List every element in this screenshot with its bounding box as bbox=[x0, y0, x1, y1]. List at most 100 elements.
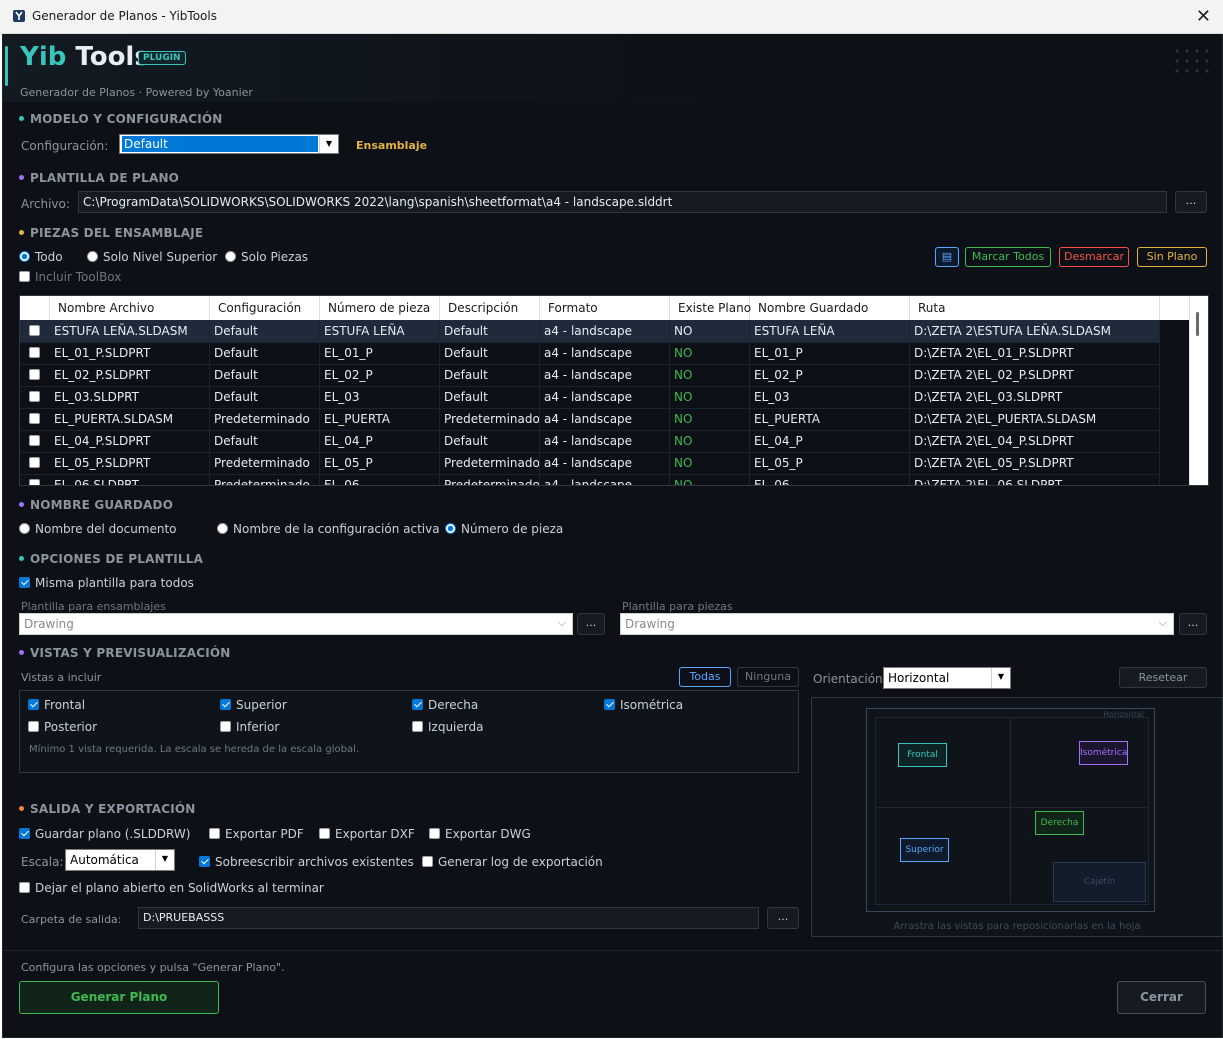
section-piezas: PIEZAS DEL ENSAMBLAJE bbox=[19, 226, 203, 240]
col-header[interactable]: Nombre Guardado bbox=[750, 296, 910, 320]
preview-view-frontal[interactable]: Frontal bbox=[898, 743, 947, 767]
table-row[interactable]: ESTUFA LEÑA.SLDASM Default ESTUFA LEÑA Defa… bbox=[20, 320, 1160, 343]
row-checkbox[interactable] bbox=[29, 479, 40, 485]
orientation-value: Horizontal bbox=[888, 671, 950, 685]
output-browse-button[interactable]: ... bbox=[767, 907, 799, 929]
table-cell: EL_02_P bbox=[750, 364, 910, 386]
section-vistas: VISTAS Y PREVISUALIZACIÓN bbox=[19, 646, 231, 660]
chevron-down-icon[interactable]: ▼ bbox=[991, 668, 1010, 688]
table-row[interactable]: EL_04_P.SLDPRT Default EL_04_P Default a4 - … bbox=[20, 430, 1160, 453]
row-checkbox[interactable] bbox=[29, 457, 40, 468]
chevron-down-icon[interactable]: ▼ bbox=[319, 135, 338, 153]
row-checkbox[interactable] bbox=[29, 347, 40, 358]
view-isometrica-checkbox[interactable]: Isométrica bbox=[604, 698, 683, 712]
views-none-button[interactable]: Ninguna bbox=[737, 667, 799, 687]
table-row[interactable]: EL_05_P.SLDPRT Predeterminado EL_05_P Prede… bbox=[20, 452, 1160, 475]
main-window: Yib Tools PLUGIN Generador de Planos · P… bbox=[2, 34, 1223, 1038]
chevron-down-icon[interactable]: ⌵ bbox=[1159, 616, 1167, 630]
view-derecha-checkbox[interactable]: Derecha bbox=[412, 698, 478, 712]
preview-view-derecha[interactable]: Derecha bbox=[1035, 811, 1084, 835]
row-checkbox[interactable] bbox=[29, 435, 40, 446]
preview-view-superior[interactable]: Superior bbox=[900, 838, 949, 862]
checkbox-checked-icon bbox=[220, 699, 231, 710]
col-header[interactable]: Descripción bbox=[440, 296, 540, 320]
scrollbar-thumb[interactable] bbox=[1196, 312, 1199, 336]
part-browse-button[interactable]: ... bbox=[1179, 613, 1207, 635]
section-modelo-title: MODELO Y CONFIGURACIÓN bbox=[30, 112, 223, 126]
list-icon[interactable]: ▤ bbox=[935, 247, 959, 267]
row-checkbox[interactable] bbox=[29, 391, 40, 402]
grid-scrollbar[interactable] bbox=[1189, 296, 1208, 485]
filter-top-level-radio[interactable]: Solo Nivel Superior bbox=[87, 250, 217, 264]
export-pdf-checkbox[interactable]: Exportar PDF bbox=[209, 827, 304, 841]
filter-todo-radio[interactable]: Todo bbox=[19, 250, 63, 264]
table-row[interactable]: EL_PUERTA.SLDASM Predeterminado EL_PUERTA P… bbox=[20, 408, 1160, 431]
view-inferior-checkbox[interactable]: Inferior bbox=[220, 720, 279, 734]
filter-parts-label: Solo Piezas bbox=[241, 250, 309, 264]
leave-open-checkbox[interactable]: Dejar el plano abierto en SolidWorks al … bbox=[19, 881, 324, 895]
scale-value: Automática bbox=[70, 853, 139, 867]
overwrite-checkbox[interactable]: Sobreescribir archivos existentes bbox=[199, 855, 414, 869]
table-cell: Predeterminado bbox=[210, 408, 320, 430]
views-all-button[interactable]: Todas bbox=[679, 667, 731, 687]
table-row[interactable]: EL_01_P.SLDPRT Default EL_01_P Default a4 - … bbox=[20, 342, 1160, 365]
col-header[interactable]: Número de pieza bbox=[320, 296, 440, 320]
table-cell: Default bbox=[210, 320, 320, 342]
output-folder-input[interactable]: D:\PRUEBASSS bbox=[138, 907, 759, 929]
name-partnumber-radio[interactable]: Número de pieza bbox=[445, 522, 563, 536]
table-row[interactable]: EL_02_P.SLDPRT Default EL_02_P Default a4 - … bbox=[20, 364, 1160, 387]
part-template-select[interactable]: Drawing ⌵ bbox=[620, 613, 1174, 635]
export-log-label: Generar log de exportación bbox=[438, 855, 603, 869]
mark-all-button[interactable]: Marcar Todos bbox=[965, 247, 1051, 267]
name-document-radio[interactable]: Nombre del documento bbox=[19, 522, 177, 536]
preview-divider-v bbox=[1010, 717, 1011, 903]
col-header[interactable]: Formato bbox=[540, 296, 670, 320]
view-frontal-checkbox[interactable]: Frontal bbox=[28, 698, 85, 712]
unmark-button[interactable]: Desmarcar bbox=[1059, 247, 1129, 267]
asm-browse-button[interactable]: ... bbox=[577, 613, 605, 635]
toolbox-checkbox[interactable]: Incluir ToolBox bbox=[19, 270, 121, 284]
row-checkbox[interactable] bbox=[29, 413, 40, 424]
reset-button[interactable]: Resetear bbox=[1119, 667, 1207, 688]
bullet-icon bbox=[19, 116, 24, 121]
close-icon[interactable]: ✕ bbox=[1196, 6, 1211, 27]
brand-logo: Yib Tools bbox=[20, 42, 150, 72]
orientation-select[interactable]: Horizontal ▼ bbox=[883, 667, 1011, 689]
chevron-down-icon[interactable]: ▼ bbox=[155, 850, 174, 870]
col-header[interactable]: Nombre Archivo bbox=[50, 296, 210, 320]
table-cell: NO bbox=[670, 364, 750, 386]
col-header[interactable]: Existe Plano bbox=[670, 296, 751, 320]
chevron-down-icon[interactable]: ⌵ bbox=[558, 616, 566, 630]
template-file-input[interactable]: C:\ProgramData\SOLIDWORKS\SOLIDWORKS 202… bbox=[78, 191, 1167, 213]
table-cell: D:\ZETA 2\EL_04_P.SLDPRT bbox=[910, 430, 1160, 452]
table-row[interactable]: EL_03.SLDPRT Default EL_03 Default a4 - land… bbox=[20, 386, 1160, 409]
views-include-label: Vistas a incluir bbox=[21, 671, 102, 684]
export-dxf-checkbox[interactable]: Exportar DXF bbox=[319, 827, 415, 841]
name-document-label: Nombre del documento bbox=[35, 522, 177, 536]
view-superior-checkbox[interactable]: Superior bbox=[220, 698, 287, 712]
col-header[interactable]: Ruta bbox=[910, 296, 1160, 320]
template-browse-button[interactable]: ... bbox=[1175, 191, 1207, 213]
row-checkbox[interactable] bbox=[29, 325, 40, 336]
col-header[interactable]: Configuración bbox=[210, 296, 320, 320]
no-plan-button[interactable]: Sin Plano bbox=[1137, 247, 1207, 267]
config-select[interactable]: Default ▼ bbox=[119, 134, 339, 154]
same-template-checkbox[interactable]: Misma plantilla para todos bbox=[19, 576, 194, 590]
row-checkbox[interactable] bbox=[29, 369, 40, 380]
preview-view-isometrica[interactable]: Isométrica bbox=[1079, 741, 1128, 765]
export-log-checkbox[interactable]: Generar log de exportación bbox=[422, 855, 603, 869]
close-button[interactable]: Cerrar bbox=[1117, 981, 1206, 1014]
generate-button[interactable]: Generar Plano bbox=[19, 981, 219, 1014]
checkbox-icon bbox=[19, 882, 30, 893]
filter-parts-radio[interactable]: Solo Piezas bbox=[225, 250, 308, 264]
view-izquierda-checkbox[interactable]: Izquierda bbox=[412, 720, 483, 734]
table-row[interactable]: EL_06.SLDPRT Predeterminado EL_06 Predeterm… bbox=[20, 474, 1160, 485]
save-drawing-label: Guardar plano (.SLDDRW) bbox=[35, 827, 191, 841]
name-config-radio[interactable]: Nombre de la configuración activa bbox=[217, 522, 440, 536]
view-posterior-checkbox[interactable]: Posterior bbox=[28, 720, 97, 734]
asm-template-select[interactable]: Drawing ⌵ bbox=[19, 613, 573, 635]
save-drawing-checkbox[interactable]: Guardar plano (.SLDDRW) bbox=[19, 827, 190, 841]
export-dwg-checkbox[interactable]: Exportar DWG bbox=[429, 827, 531, 841]
scale-select[interactable]: Automática ▼ bbox=[65, 849, 175, 871]
table-cell: a4 - landscape bbox=[540, 430, 670, 452]
